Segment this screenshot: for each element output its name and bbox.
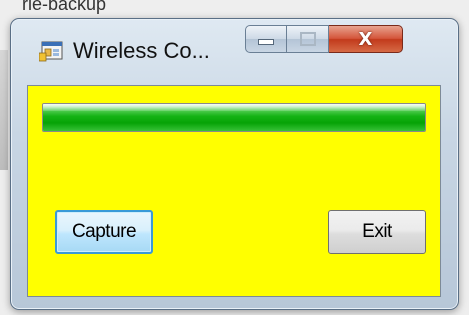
progress-fill (43, 104, 425, 131)
maximize-button[interactable] (287, 25, 329, 53)
minimize-button[interactable] (245, 25, 287, 53)
exit-button[interactable]: Exit (328, 210, 426, 254)
background-window-edge (0, 50, 8, 170)
background-window-text: rle-backup (22, 0, 107, 14)
close-button[interactable]: X (329, 25, 403, 53)
capture-button[interactable]: Capture (55, 210, 153, 254)
close-icon: X (358, 28, 373, 50)
application-window-icon (39, 41, 63, 62)
title-bar[interactable]: Wireless Co... X (11, 19, 458, 77)
screen: rle-backup Wireless Co... X Capture Exit (0, 0, 469, 315)
client-area: Capture Exit (27, 85, 441, 297)
window-title: Wireless Co... (73, 38, 210, 63)
minimize-icon (258, 39, 274, 45)
maximize-icon (299, 32, 316, 46)
progress-bar (42, 103, 426, 132)
dialog-window: Wireless Co... X Capture Exit (10, 18, 459, 310)
